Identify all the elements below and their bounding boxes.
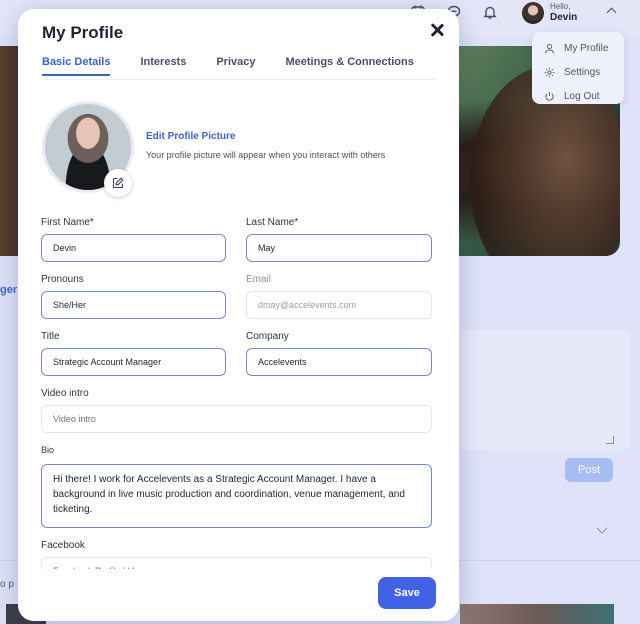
power-icon [545, 91, 554, 101]
save-button[interactable]: Save [378, 577, 436, 609]
edit-icon [112, 177, 124, 189]
bell-icon[interactable] [482, 4, 498, 20]
facebook-label: Facebook [41, 540, 85, 551]
avatar [522, 2, 544, 24]
first-name-label: First Name* [41, 217, 94, 228]
company-field[interactable]: Accelevents [246, 348, 432, 376]
feed-image [460, 604, 614, 624]
tab-basic-details[interactable]: Basic Details [42, 56, 111, 76]
company-label: Company [246, 331, 289, 342]
last-name-field[interactable]: May [246, 234, 432, 262]
bio-label: Bio [41, 445, 55, 455]
greeting: Hello, [550, 2, 571, 11]
tab-privacy[interactable]: Privacy [216, 56, 255, 76]
post-button[interactable]: Post [565, 458, 613, 482]
menu-item-settings[interactable]: Settings [532, 60, 624, 84]
profile-form[interactable]: Edit Profile Picture Your profile pictur… [18, 81, 459, 569]
user-dropdown-menu: My Profile Settings Log Out [532, 32, 624, 104]
edit-profile-picture-link[interactable]: Edit Profile Picture [146, 131, 235, 142]
menu-item-my-profile[interactable]: My Profile [532, 36, 624, 60]
tab-interests[interactable]: Interests [140, 56, 186, 76]
picture-help-text: Your profile picture will appear when yo… [146, 150, 386, 160]
menu-item-log-out[interactable]: Log Out [532, 84, 624, 108]
user-icon [544, 43, 555, 53]
user-menu-toggle[interactable]: Hello, Devin [522, 2, 577, 24]
facebook-input[interactable]: Facebook Profile Url [41, 557, 432, 569]
title-label: Title [41, 331, 60, 342]
pronouns-label: Pronouns [41, 274, 84, 285]
user-name: Devin [550, 12, 578, 23]
video-intro-input[interactable]: Video intro [41, 405, 432, 433]
edit-picture-button[interactable] [104, 169, 132, 197]
background-tag-fragment: ger [0, 284, 18, 296]
profile-modal: My Profile Basic Details Interests Priva… [18, 9, 459, 621]
resize-handle-icon[interactable] [606, 436, 614, 444]
close-icon[interactable] [430, 23, 444, 37]
menu-item-label: Settings [564, 66, 601, 78]
page-title: My Profile [42, 23, 124, 42]
post-textarea[interactable] [450, 330, 630, 450]
first-name-field[interactable]: Devin [41, 234, 226, 262]
menu-item-label: My Profile [564, 42, 609, 54]
title-field[interactable]: Strategic Account Manager [41, 348, 226, 376]
email-field: dmay@accelevents.com [246, 291, 432, 319]
chevron-down-icon[interactable] [596, 522, 608, 534]
background-text-fragment: o p [0, 579, 14, 590]
video-intro-label: Video intro [41, 388, 89, 399]
pronouns-field[interactable]: She/Her [41, 291, 226, 319]
last-name-label: Last Name* [246, 217, 299, 228]
email-label: Email [246, 274, 272, 285]
bio-textarea[interactable]: Hi there! I work for Accelevents as a St… [41, 464, 432, 528]
modal-footer: Save [18, 569, 459, 621]
profile-tabs: Basic Details Interests Privacy Meetings… [42, 56, 444, 76]
divider [42, 79, 436, 80]
tab-meetings-connections[interactable]: Meetings & Connections [286, 56, 414, 76]
gear-icon [544, 67, 555, 77]
menu-item-label: Log Out [564, 90, 600, 102]
